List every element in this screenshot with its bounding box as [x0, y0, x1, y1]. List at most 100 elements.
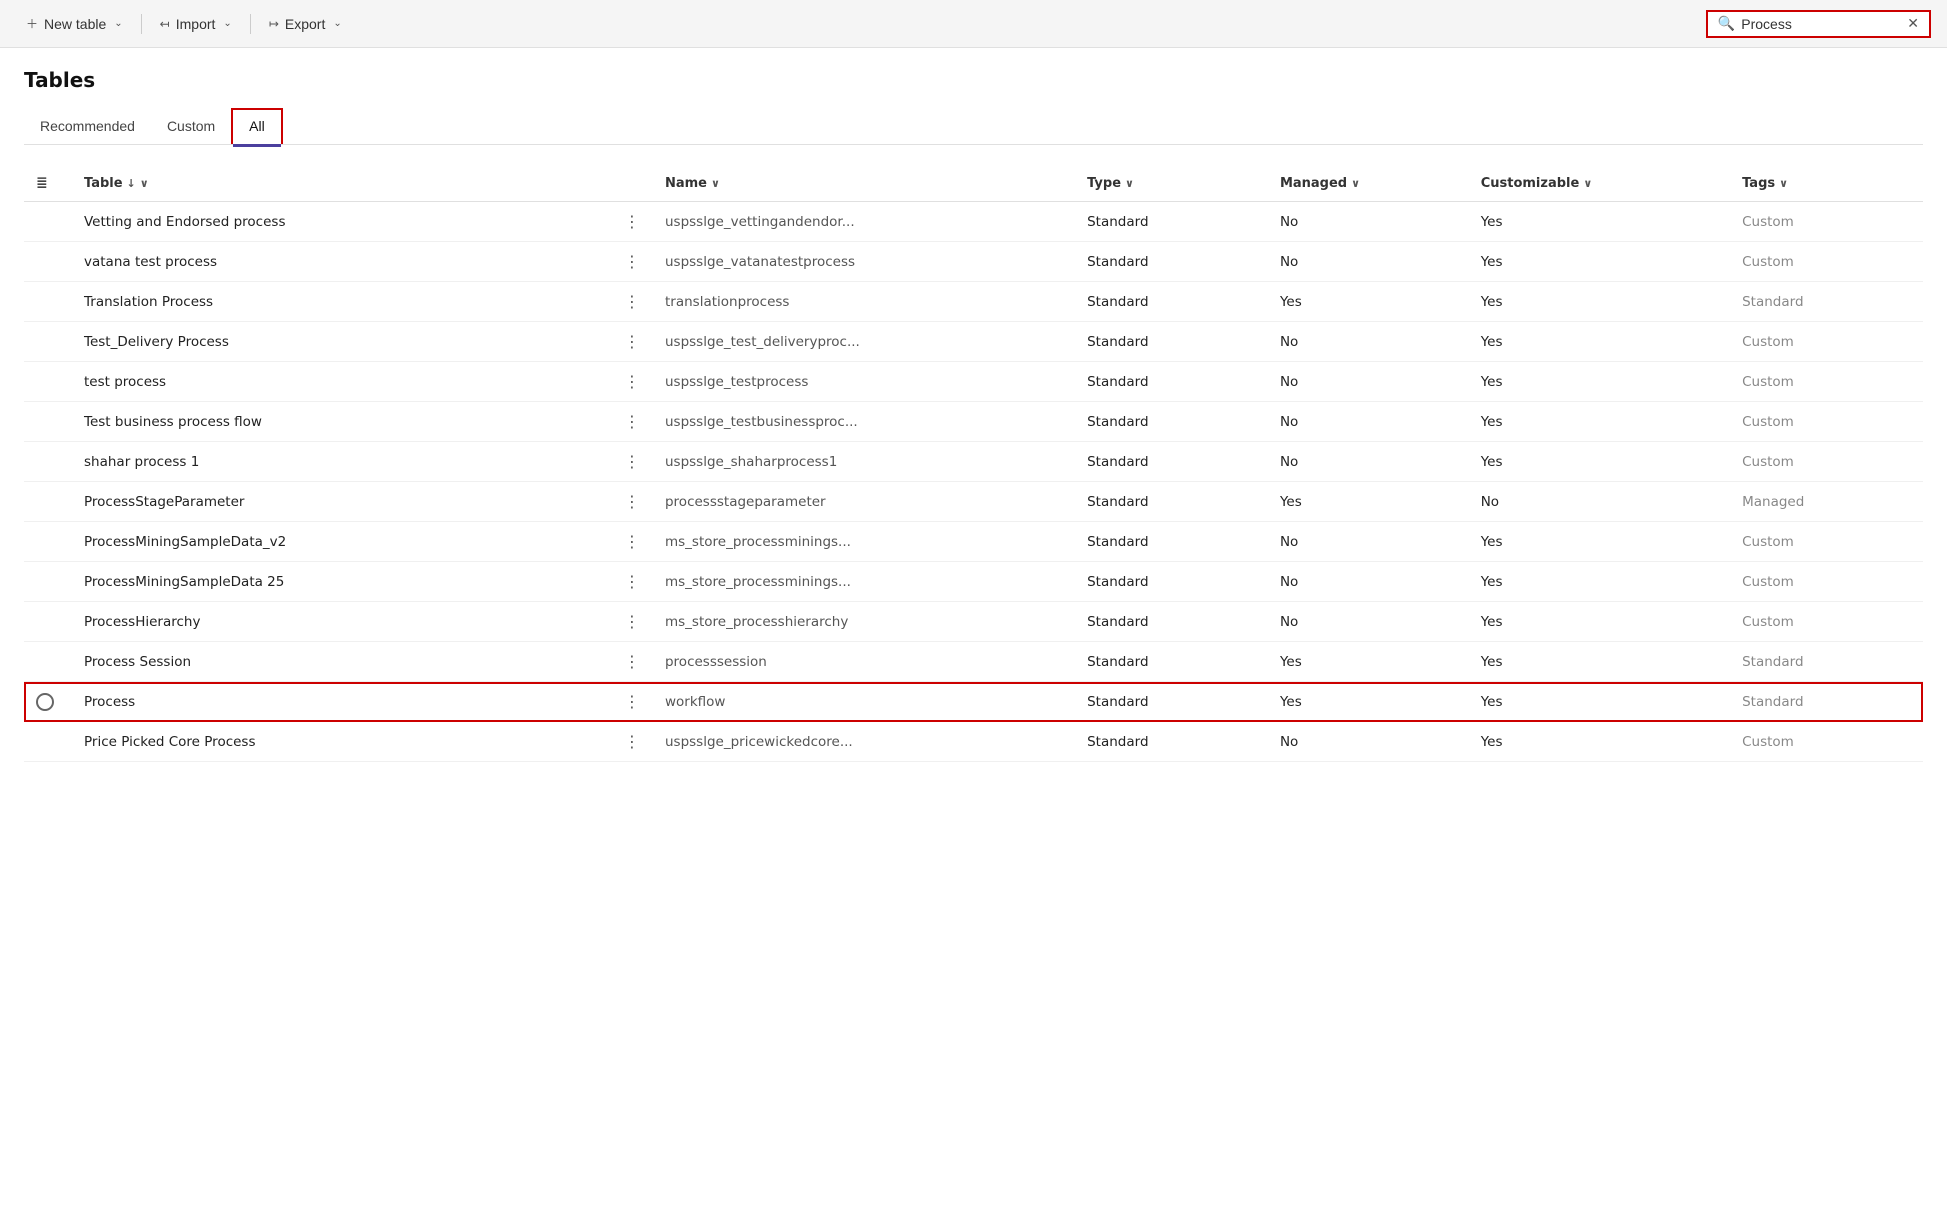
table-row[interactable]: Vetting and Endorsed process⋮uspsslge_ve…: [24, 202, 1923, 242]
row-select-cell[interactable]: [24, 562, 72, 602]
row-menu-button[interactable]: ⋮: [612, 562, 653, 602]
table-row[interactable]: Process⋮workflowStandardYesYesStandard: [24, 682, 1923, 722]
table-row[interactable]: ProcessMiningSampleData_v2⋮ms_store_proc…: [24, 522, 1923, 562]
col-table-label: Table: [84, 176, 123, 191]
page-content: Tables Recommended Custom All ≣ Table ↓ …: [0, 48, 1947, 782]
search-input[interactable]: [1741, 16, 1901, 32]
table-row[interactable]: Price Picked Core Process⋮uspsslge_price…: [24, 722, 1923, 762]
import-button[interactable]: ↤ Import ⌄: [150, 10, 242, 38]
search-box[interactable]: 🔍 ✕: [1706, 10, 1931, 38]
more-options-icon[interactable]: ⋮: [624, 492, 641, 511]
row-menu-button[interactable]: ⋮: [612, 602, 653, 642]
row-table-name: ProcessHierarchy: [72, 602, 612, 642]
row-select-cell[interactable]: [24, 482, 72, 522]
table-row[interactable]: vatana test process⋮uspsslge_vatanatestp…: [24, 242, 1923, 282]
row-managed: No: [1268, 242, 1469, 282]
row-select-cell[interactable]: [24, 322, 72, 362]
row-menu-button[interactable]: ⋮: [612, 722, 653, 762]
row-table-name: vatana test process: [72, 242, 612, 282]
more-options-icon[interactable]: ⋮: [624, 252, 641, 271]
tab-recommended[interactable]: Recommended: [24, 110, 151, 144]
col-header-name[interactable]: Name ∨: [653, 165, 1075, 202]
row-select-cell[interactable]: [24, 682, 72, 722]
row-logical-name: ms_store_processminings...: [653, 562, 1075, 602]
more-options-icon[interactable]: ⋮: [624, 412, 641, 431]
row-tags: Standard: [1730, 642, 1923, 682]
row-table-name: Test business process flow: [72, 402, 612, 442]
row-table-name: test process: [72, 362, 612, 402]
row-logical-name: uspsslge_vettingandendor...: [653, 202, 1075, 242]
row-menu-button[interactable]: ⋮: [612, 482, 653, 522]
col-header-checkbox: ≣: [24, 165, 72, 202]
table-row[interactable]: Test business process flow⋮uspsslge_test…: [24, 402, 1923, 442]
table-row[interactable]: ProcessStageParameter⋮processstageparame…: [24, 482, 1923, 522]
col-header-type[interactable]: Type ∨: [1075, 165, 1268, 202]
row-menu-button[interactable]: ⋮: [612, 322, 653, 362]
export-button[interactable]: ↦ Export ⌄: [259, 10, 352, 38]
more-options-icon[interactable]: ⋮: [624, 692, 641, 711]
row-managed: No: [1268, 602, 1469, 642]
more-options-icon[interactable]: ⋮: [624, 572, 641, 591]
row-select-cell[interactable]: [24, 642, 72, 682]
row-menu-button[interactable]: ⋮: [612, 362, 653, 402]
more-options-icon[interactable]: ⋮: [624, 612, 641, 631]
row-customizable: Yes: [1469, 442, 1730, 482]
row-customizable: Yes: [1469, 722, 1730, 762]
clear-search-icon[interactable]: ✕: [1907, 16, 1919, 32]
table-row[interactable]: Process Session⋮processsessionStandardYe…: [24, 642, 1923, 682]
tab-custom[interactable]: Custom: [151, 110, 231, 144]
table-row[interactable]: shahar process 1⋮uspsslge_shaharprocess1…: [24, 442, 1923, 482]
more-options-icon[interactable]: ⋮: [624, 532, 641, 551]
more-options-icon[interactable]: ⋮: [624, 652, 641, 671]
row-menu-button[interactable]: ⋮: [612, 682, 653, 722]
row-select-cell[interactable]: [24, 202, 72, 242]
more-options-icon[interactable]: ⋮: [624, 732, 641, 751]
col-header-tags[interactable]: Tags ∨: [1730, 165, 1923, 202]
row-menu-button[interactable]: ⋮: [612, 642, 653, 682]
col-header-table[interactable]: Table ↓ ∨: [72, 165, 612, 202]
row-select-cell[interactable]: [24, 402, 72, 442]
row-menu-button[interactable]: ⋮: [612, 522, 653, 562]
export-chevron: ⌄: [333, 18, 341, 29]
row-select-cell[interactable]: [24, 242, 72, 282]
table-row[interactable]: Test_Delivery Process⋮uspsslge_test_deli…: [24, 322, 1923, 362]
col-header-customizable[interactable]: Customizable ∨: [1469, 165, 1730, 202]
row-menu-button[interactable]: ⋮: [612, 202, 653, 242]
radio-button[interactable]: [36, 693, 54, 711]
new-table-button[interactable]: ＋ New table ⌄: [16, 9, 133, 38]
more-options-icon[interactable]: ⋮: [624, 292, 641, 311]
table-row[interactable]: ProcessHierarchy⋮ms_store_processhierarc…: [24, 602, 1923, 642]
row-select-cell[interactable]: [24, 282, 72, 322]
row-select-cell[interactable]: [24, 522, 72, 562]
row-type: Standard: [1075, 722, 1268, 762]
table-row[interactable]: Translation Process⋮translationprocessSt…: [24, 282, 1923, 322]
more-options-icon[interactable]: ⋮: [624, 212, 641, 231]
more-options-icon[interactable]: ⋮: [624, 332, 641, 351]
row-select-cell[interactable]: [24, 442, 72, 482]
row-select-cell[interactable]: [24, 722, 72, 762]
table-row[interactable]: ProcessMiningSampleData 25⋮ms_store_proc…: [24, 562, 1923, 602]
row-tags: Custom: [1730, 442, 1923, 482]
row-menu-button[interactable]: ⋮: [612, 442, 653, 482]
row-managed: Yes: [1268, 282, 1469, 322]
row-tags: Custom: [1730, 362, 1923, 402]
new-table-chevron: ⌄: [114, 18, 122, 29]
row-customizable: Yes: [1469, 202, 1730, 242]
col-header-managed[interactable]: Managed ∨: [1268, 165, 1469, 202]
row-table-name: shahar process 1: [72, 442, 612, 482]
row-menu-button[interactable]: ⋮: [612, 402, 653, 442]
more-options-icon[interactable]: ⋮: [624, 452, 641, 471]
row-menu-button[interactable]: ⋮: [612, 242, 653, 282]
row-menu-button[interactable]: ⋮: [612, 282, 653, 322]
col-name-chevron: ∨: [711, 177, 720, 190]
row-customizable: Yes: [1469, 562, 1730, 602]
sort-list-icon[interactable]: ≣: [36, 175, 48, 191]
row-customizable: Yes: [1469, 322, 1730, 362]
row-select-cell[interactable]: [24, 362, 72, 402]
table-row[interactable]: test process⋮uspsslge_testprocessStandar…: [24, 362, 1923, 402]
row-select-cell[interactable]: [24, 602, 72, 642]
tab-all[interactable]: All: [231, 108, 283, 144]
row-type: Standard: [1075, 522, 1268, 562]
import-chevron: ⌄: [223, 18, 231, 29]
more-options-icon[interactable]: ⋮: [624, 372, 641, 391]
